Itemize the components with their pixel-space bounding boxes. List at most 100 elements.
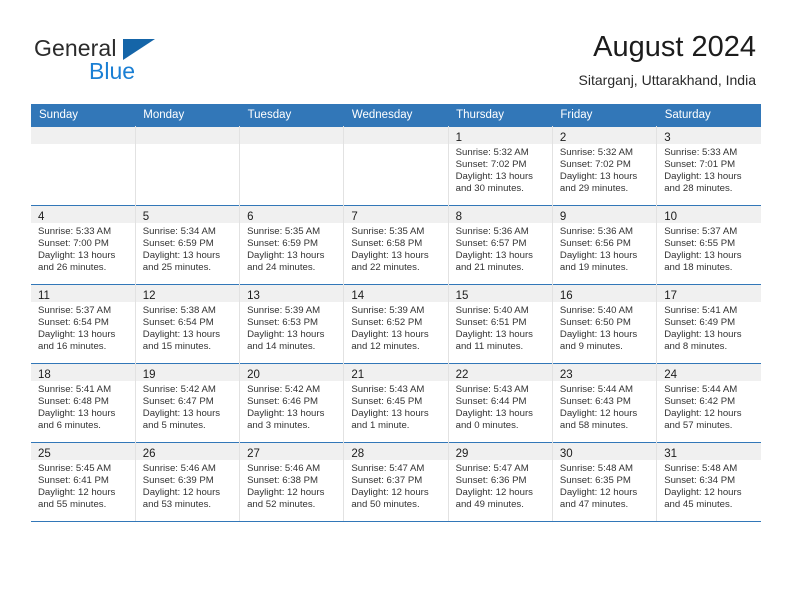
day-details: Sunrise: 5:41 AM Sunset: 6:49 PM Daylight:… — [657, 302, 761, 353]
calendar-day-cell[interactable]: 22 Sunrise: 5:43 AM Sunset: 6:44 PM Dayligh… — [448, 363, 553, 443]
day-number: 9 — [559, 211, 567, 223]
calendar-day-cell[interactable]: 27 Sunrise: 5:46 AM Sunset: 6:38 PM Dayligh… — [239, 442, 345, 522]
calendar-day-cell[interactable]: 3 Sunrise: 5:33 AM Sunset: 7:01 PM Daylight… — [656, 126, 761, 206]
daylight-text: Daylight: 13 hours — [38, 407, 116, 419]
calendar-day-cell[interactable]: 19 Sunrise: 5:42 AM Sunset: 6:47 PM Dayligh… — [135, 363, 241, 443]
calendar-day-cell[interactable]: 30 Sunrise: 5:48 AM Sunset: 6:35 PM Dayligh… — [552, 442, 658, 522]
calendar-week-row: 1 Sunrise: 5:32 AM Sunset: 7:02 PM Daylight… — [31, 126, 761, 206]
sunrise-text: Sunrise: 5:47 AM — [351, 463, 425, 474]
day-number-bar: 4 — [31, 206, 135, 223]
sunrise-text: Sunrise: 5:33 AM — [38, 226, 112, 237]
daylight-text: and 9 minutes. — [559, 340, 623, 352]
sunrise-text: Sunrise: 5:32 AM — [559, 147, 633, 158]
sunset-text: Sunset: 7:00 PM — [38, 237, 109, 249]
calendar-day-cell[interactable]: 2 Sunrise: 5:32 AM Sunset: 7:02 PM Daylight… — [552, 126, 658, 206]
calendar-day-cell-empty — [239, 126, 345, 206]
daylight-text: and 47 minutes. — [559, 498, 629, 510]
day-number: 2 — [559, 132, 567, 144]
calendar-day-cell[interactable]: 4 Sunrise: 5:33 AM Sunset: 7:00 PM Daylight… — [31, 205, 136, 285]
daylight-text: Daylight: 12 hours — [38, 486, 116, 498]
day-details: Sunrise: 5:48 AM Sunset: 6:35 PM Daylight:… — [553, 460, 656, 511]
day-details: Sunrise: 5:36 AM Sunset: 6:57 PM Daylight:… — [449, 223, 552, 274]
daylight-text: and 28 minutes. — [664, 182, 733, 194]
sunset-text: Sunset: 6:54 PM — [38, 316, 109, 328]
sunset-text: Sunset: 6:51 PM — [455, 316, 527, 328]
day-number: 8 — [455, 211, 463, 223]
day-number: 7 — [351, 211, 358, 223]
calendar-day-cell[interactable]: 23 Sunrise: 5:44 AM Sunset: 6:43 PM Dayligh… — [552, 363, 658, 443]
day-details: Sunrise: 5:39 AM Sunset: 6:52 PM Daylight:… — [344, 302, 447, 353]
calendar-day-cell-empty — [343, 126, 449, 206]
calendar-day-cell[interactable]: 7 Sunrise: 5:35 AM Sunset: 6:58 PM Daylight… — [343, 205, 449, 285]
sunrise-text: Sunrise: 5:40 AM — [559, 305, 633, 316]
calendar-day-cell[interactable]: 28 Sunrise: 5:47 AM Sunset: 6:37 PM Dayligh… — [343, 442, 449, 522]
sunrise-text: Sunrise: 5:36 AM — [455, 226, 529, 237]
calendar-day-cell[interactable]: 1 Sunrise: 5:32 AM Sunset: 7:02 PM Daylight… — [448, 126, 553, 206]
weekday-header-thursday: Thursday — [448, 104, 553, 127]
daylight-text: and 16 minutes. — [38, 340, 107, 352]
calendar-day-cell[interactable]: 31 Sunrise: 5:48 AM Sunset: 6:34 PM Dayligh… — [656, 442, 761, 522]
sunrise-text: Sunrise: 5:46 AM — [247, 463, 321, 474]
calendar-day-cell[interactable]: 11 Sunrise: 5:37 AM Sunset: 6:54 PM Dayligh… — [31, 284, 136, 364]
calendar-day-cell[interactable]: 8 Sunrise: 5:36 AM Sunset: 6:57 PM Daylight… — [448, 205, 553, 285]
sunset-text: Sunset: 6:36 PM — [455, 474, 527, 486]
calendar-day-cell[interactable]: 9 Sunrise: 5:36 AM Sunset: 6:56 PM Daylight… — [552, 205, 658, 285]
calendar-day-cell[interactable]: 24 Sunrise: 5:44 AM Sunset: 6:42 PM Dayligh… — [656, 363, 761, 443]
calendar-day-cell[interactable]: 12 Sunrise: 5:38 AM Sunset: 6:54 PM Dayligh… — [135, 284, 241, 364]
day-number-bar: 6 — [240, 206, 344, 223]
calendar-day-cell[interactable]: 25 Sunrise: 5:45 AM Sunset: 6:41 PM Dayligh… — [31, 442, 136, 522]
logo-text-blue: Blue — [89, 58, 136, 84]
calendar-day-cell-empty — [31, 126, 136, 206]
daylight-text: and 22 minutes. — [351, 261, 420, 273]
calendar-day-cell[interactable]: 26 Sunrise: 5:46 AM Sunset: 6:39 PM Dayligh… — [135, 442, 241, 522]
logo-triangle-icon — [123, 39, 155, 60]
generalblue-logo[interactable]: General Blue — [34, 36, 244, 88]
sunrise-text: Sunrise: 5:43 AM — [455, 384, 529, 395]
calendar-day-cell[interactable]: 13 Sunrise: 5:39 AM Sunset: 6:53 PM Dayligh… — [239, 284, 345, 364]
sunset-text: Sunset: 6:35 PM — [559, 474, 631, 486]
daylight-text: and 11 minutes. — [455, 340, 524, 352]
calendar-day-cell[interactable]: 15 Sunrise: 5:40 AM Sunset: 6:51 PM Dayligh… — [448, 284, 553, 364]
calendar-day-cell[interactable]: 21 Sunrise: 5:43 AM Sunset: 6:45 PM Dayligh… — [343, 363, 449, 443]
daylight-text: and 14 minutes. — [247, 340, 316, 352]
calendar-week-row: 25 Sunrise: 5:45 AM Sunset: 6:41 PM Dayligh… — [31, 442, 761, 522]
day-number-bar: 28 — [344, 443, 448, 460]
calendar-day-cell[interactable]: 5 Sunrise: 5:34 AM Sunset: 6:59 PM Daylight… — [135, 205, 241, 285]
daylight-text: and 3 minutes. — [247, 419, 310, 431]
day-number: 1 — [455, 132, 463, 144]
daylight-text: and 58 minutes. — [559, 419, 629, 431]
weekday-header-wednesday: Wednesday — [343, 104, 449, 127]
sunset-text: Sunset: 6:39 PM — [142, 474, 214, 486]
day-number: 3 — [664, 132, 671, 144]
day-number: 12 — [142, 290, 156, 302]
calendar-day-cell[interactable]: 17 Sunrise: 5:41 AM Sunset: 6:49 PM Dayligh… — [656, 284, 761, 364]
daylight-text: Daylight: 13 hours — [247, 407, 325, 419]
day-number-bar: 24 — [657, 364, 761, 381]
day-number: 17 — [664, 290, 677, 302]
calendar-day-cell[interactable]: 20 Sunrise: 5:42 AM Sunset: 6:46 PM Dayligh… — [239, 363, 345, 443]
calendar-day-cell[interactable]: 14 Sunrise: 5:39 AM Sunset: 6:52 PM Dayligh… — [343, 284, 449, 364]
daylight-text: and 55 minutes. — [38, 498, 107, 510]
calendar-day-cell[interactable]: 10 Sunrise: 5:37 AM Sunset: 6:55 PM Dayligh… — [656, 205, 761, 285]
day-number: 26 — [142, 448, 156, 460]
calendar-day-cell[interactable]: 6 Sunrise: 5:35 AM Sunset: 6:59 PM Daylight… — [239, 205, 345, 285]
day-number: 5 — [142, 211, 150, 223]
day-number-bar: 9 — [552, 206, 657, 223]
page-header: General Blue August 2024 Sitarganj, Utta… — [0, 0, 792, 100]
day-details: Sunrise: 5:46 AM Sunset: 6:38 PM Daylight:… — [240, 460, 343, 511]
daylight-text: Daylight: 13 hours — [455, 170, 533, 182]
sunset-text: Sunset: 6:48 PM — [38, 395, 109, 407]
day-details: Sunrise: 5:44 AM Sunset: 6:43 PM Daylight:… — [553, 381, 656, 432]
sunrise-text: Sunrise: 5:48 AM — [664, 463, 738, 474]
day-number-bar: 17 — [657, 285, 761, 302]
calendar-day-cell[interactable]: 16 Sunrise: 5:40 AM Sunset: 6:50 PM Dayligh… — [552, 284, 658, 364]
sunset-text: Sunset: 7:02 PM — [455, 158, 527, 170]
weekday-header-friday: Friday — [552, 104, 657, 127]
calendar-day-cell[interactable]: 18 Sunrise: 5:41 AM Sunset: 6:48 PM Dayligh… — [31, 363, 136, 443]
daylight-text: and 21 minutes. — [455, 261, 524, 273]
calendar-day-cell[interactable]: 29 Sunrise: 5:47 AM Sunset: 6:36 PM Dayligh… — [448, 442, 553, 522]
day-number-bar: 8 — [448, 206, 552, 223]
daylight-text: Daylight: 13 hours — [559, 328, 638, 340]
day-details: Sunrise: 5:41 AM Sunset: 6:48 PM Daylight:… — [31, 381, 135, 432]
day-number-bar: 27 — [240, 443, 344, 460]
